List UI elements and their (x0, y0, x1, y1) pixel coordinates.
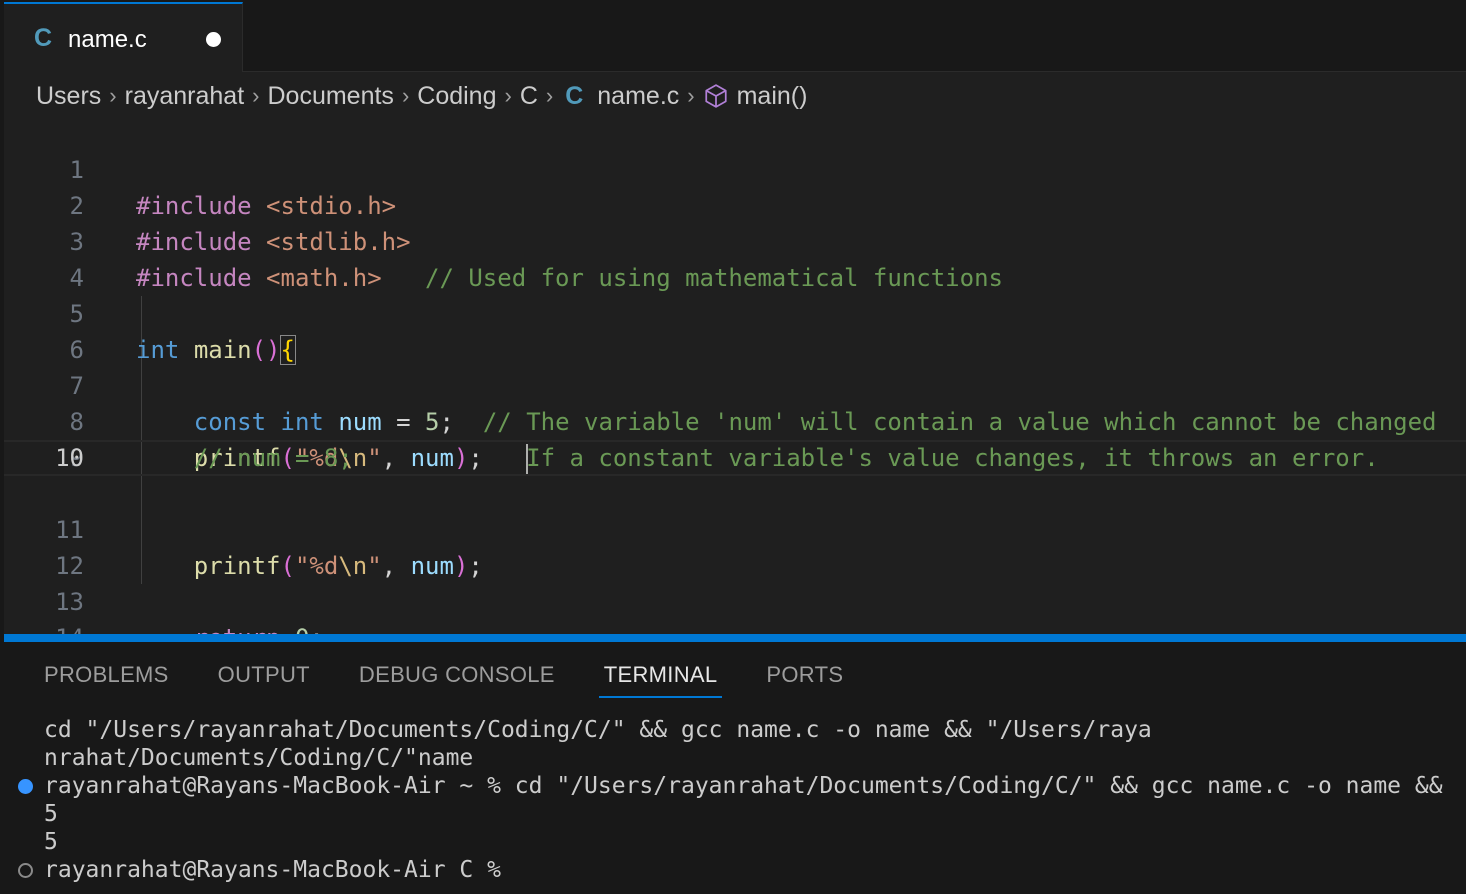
code-line[interactable]: 1 #include <stdio.h> (4, 116, 1466, 220)
chevron-right-icon: › (252, 83, 260, 108)
code-line[interactable]: 9 (4, 404, 1466, 472)
breadcrumb-item-file[interactable]: name.c (597, 82, 679, 111)
panel-resize-sash[interactable] (4, 634, 1466, 642)
code-line-current[interactable]: 10 // num = 8; If a constant variable's … (4, 440, 1466, 476)
chevron-right-icon: › (401, 83, 410, 108)
code-line[interactable]: 12 (4, 512, 1466, 580)
terminal-command: rayanrahat@Rayans-MacBook-Air ~ % cd "/U… (44, 773, 1443, 799)
token-keyword: return (194, 624, 281, 634)
unsaved-dot-icon[interactable] (206, 32, 221, 47)
code-line[interactable]: 5 int main(){ (4, 260, 1466, 365)
token-comment: // num = 8; (193, 444, 353, 472)
code-line[interactable]: 4 (4, 224, 1466, 292)
tab-terminal[interactable]: TERMINAL (598, 662, 723, 698)
token-comment: If a constant variable's value changes, … (526, 444, 1379, 472)
code-line[interactable]: 14 } (4, 584, 1466, 634)
code-editor[interactable]: 1 #include <stdio.h> 2 #include <stdlib.… (4, 116, 1466, 634)
code-line[interactable]: 6 (4, 296, 1466, 364)
c-file-icon: C (34, 24, 53, 52)
c-file-icon: C (565, 81, 584, 110)
code-line[interactable]: 2 #include <stdlib.h> (4, 152, 1466, 256)
chevron-right-icon: › (687, 83, 695, 108)
breadcrumb-item-c[interactable]: C (520, 82, 538, 111)
chevron-right-icon: › (545, 83, 554, 108)
chevron-right-icon: › (504, 83, 512, 108)
token-semicolon: ; (309, 624, 323, 634)
line-number: 14 (4, 620, 84, 634)
bottom-panel: PROBLEMS OUTPUT DEBUG CONSOLE TERMINAL P… (4, 642, 1466, 894)
terminal-line-with-decoration: rayanrahat@Rayans-MacBook-Air ~ % cd "/U… (4, 772, 1466, 800)
breadcrumb-item-users[interactable]: Users (36, 82, 101, 111)
token-number: 0 (295, 624, 309, 634)
breadcrumb: Users › rayanrahat › Documents › Coding … (36, 78, 807, 114)
terminal-line-with-decoration: rayanrahat@Rayans-MacBook-Air C % (4, 856, 1466, 884)
hollow-circle-icon[interactable] (18, 863, 33, 878)
breadcrumb-item-coding[interactable]: Coding (417, 82, 496, 111)
editor-tab-bar: C name.c (0, 0, 1466, 72)
tab-output[interactable]: OUTPUT (218, 662, 310, 698)
breadcrumb-item-documents[interactable]: Documents (267, 82, 393, 111)
breadcrumb-item-symbol[interactable]: main() (737, 82, 808, 111)
terminal-line: 5 (44, 829, 58, 855)
terminal-output[interactable]: cd "/Users/rayanrahat/Documents/Coding/C… (4, 716, 1466, 884)
code-line[interactable]: 8 printf("%d\n", num); (4, 368, 1466, 472)
code-line[interactable]: 3 #include <math.h> // Used for using ma… (4, 188, 1466, 292)
breadcrumb-item-rayanrahat[interactable]: rayanrahat (125, 82, 245, 111)
tab-name-c[interactable]: C name.c (4, 2, 243, 72)
terminal-line: cd "/Users/rayanrahat/Documents/Coding/C… (44, 717, 1152, 743)
code-line[interactable]: 7 const int num = 5; // The variable 'nu… (4, 332, 1466, 436)
tab-debug-console[interactable]: DEBUG CONSOLE (359, 662, 555, 698)
code-line[interactable]: 13 return 0; (4, 548, 1466, 634)
terminal-prompt: rayanrahat@Rayans-MacBook-Air C % (44, 857, 515, 883)
terminal-line: 5 (44, 801, 58, 827)
terminal-line: nrahat/Documents/Coding/C/"name (44, 745, 474, 771)
blue-dot-icon[interactable] (18, 779, 33, 794)
panel-tabs: PROBLEMS OUTPUT DEBUG CONSOLE TERMINAL P… (44, 662, 892, 698)
tab-problems[interactable]: PROBLEMS (44, 662, 169, 698)
window-left-edge (0, 0, 4, 894)
line-number: 10 (55, 444, 84, 472)
cube-method-icon (704, 84, 727, 108)
tab-ports[interactable]: PORTS (766, 662, 843, 698)
tab-filename: name.c (68, 26, 147, 53)
code-line[interactable]: 11 printf("%d\n", num); (4, 476, 1466, 580)
chevron-right-icon: › (109, 83, 117, 108)
